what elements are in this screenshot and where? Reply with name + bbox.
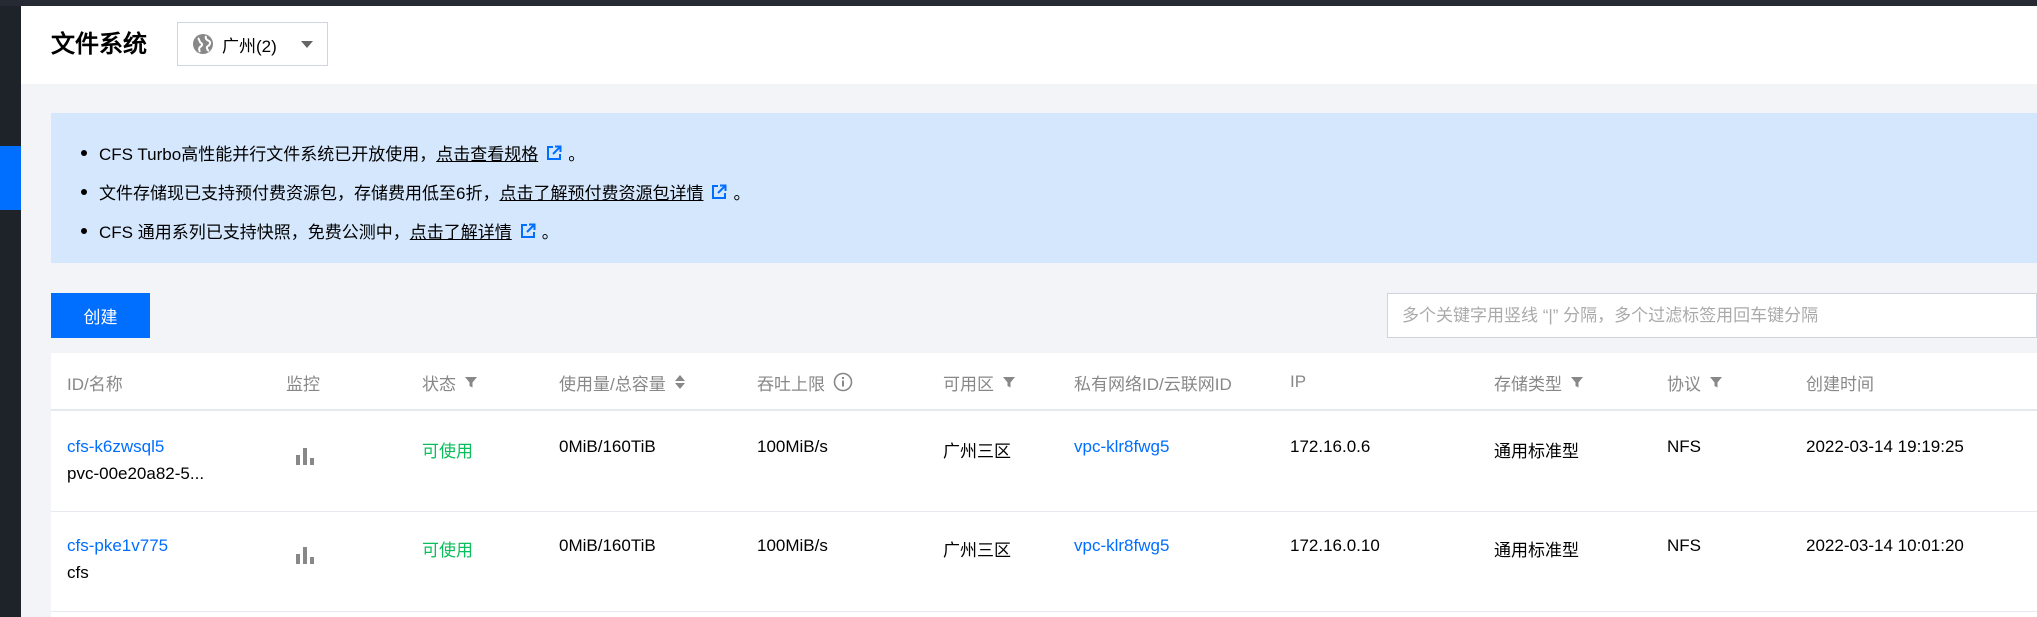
usage-value: 0MiB/160TiB <box>559 536 656 555</box>
notice-link[interactable]: 点击了解详情 <box>410 218 512 243</box>
side-nav-active-item[interactable] <box>0 146 21 210</box>
bar-chart-icon[interactable] <box>294 445 316 467</box>
external-link-icon[interactable] <box>546 145 562 161</box>
page-header: 文件系统 广州(2) <box>21 6 2037 84</box>
vpc-link[interactable]: vpc-klr8fwg5 <box>1074 536 1169 556</box>
throughput-value: 100MiB/s <box>757 437 828 456</box>
ip-value: 172.16.0.6 <box>1290 437 1371 456</box>
status-badge: 可使用 <box>422 541 473 560</box>
notice-suffix: 。 <box>568 145 586 164</box>
column-label: 吞吐上限 <box>757 374 825 394</box>
notice-text: CFS 通用系列已支持快照，免费公测中， <box>99 223 410 242</box>
bullet-icon <box>81 149 87 156</box>
table-header: ID/名称 监控 状态 使用量/总容量 吞吐上限 可用区 私有网络ID/云联网I… <box>51 353 2037 411</box>
protocol-value: NFS <box>1667 536 1701 555</box>
table-row: cfs-k6zwsql5 pvc-00e20a82-5... 可使用 0MiB/… <box>51 413 2037 512</box>
sort-icon[interactable] <box>674 374 686 390</box>
column-label: 协议 <box>1667 374 1701 394</box>
notice-link[interactable]: 点击查看规格 <box>436 140 538 165</box>
column-label: 创建时间 <box>1806 374 1874 394</box>
column-label: 可用区 <box>943 374 994 394</box>
bar-chart-icon[interactable] <box>294 544 316 566</box>
notice-item: 文件存储现已支持预付费资源包，存储费用低至6折， 点击了解预付费资源包详情 。 <box>81 172 2037 211</box>
created-time-value: 2022-03-14 10:01:20 <box>1806 536 1964 555</box>
zone-value: 广州三区 <box>943 442 1011 461</box>
usage-value: 0MiB/160TiB <box>559 437 656 456</box>
filesystem-name: cfs <box>67 563 89 582</box>
filter-icon[interactable] <box>1709 375 1723 389</box>
vpc-link[interactable]: vpc-klr8fwg5 <box>1074 437 1169 457</box>
column-header-storage[interactable]: 存储类型 <box>1494 353 1584 411</box>
bullet-icon <box>81 227 87 234</box>
filesystem-name: pvc-00e20a82-5... <box>67 464 205 483</box>
external-link-icon[interactable] <box>711 184 727 200</box>
column-header-zone[interactable]: 可用区 <box>943 353 1016 411</box>
globe-icon <box>193 34 213 54</box>
column-label: 使用量/总容量 <box>559 374 666 394</box>
create-button[interactable]: 创建 <box>51 293 150 338</box>
storage-type-value: 通用标准型 <box>1494 541 1579 560</box>
filesystem-table: ID/名称 监控 状态 使用量/总容量 吞吐上限 可用区 私有网络ID/云联网I… <box>51 353 2037 617</box>
column-label: ID/名称 <box>67 374 123 394</box>
column-label: 存储类型 <box>1494 374 1562 394</box>
column-label: IP <box>1290 372 1307 391</box>
region-select[interactable]: 广州(2) <box>177 22 328 66</box>
column-header-monitor: 监控 <box>286 353 320 411</box>
zone-value: 广州三区 <box>943 541 1011 560</box>
status-badge: 可使用 <box>422 442 473 461</box>
column-header-protocol[interactable]: 协议 <box>1667 353 1723 411</box>
column-label: 状态 <box>422 374 456 394</box>
notice-suffix: 。 <box>541 223 559 242</box>
column-header-created: 创建时间 <box>1806 353 1874 411</box>
column-header-usage[interactable]: 使用量/总容量 <box>559 353 686 411</box>
column-header-ip: IP <box>1290 353 1306 411</box>
table-row: cfs-pke1v775 cfs 可使用 0MiB/160TiB 100MiB/… <box>51 513 2037 612</box>
ip-value: 172.16.0.10 <box>1290 536 1380 555</box>
column-header-status[interactable]: 状态 <box>422 353 478 411</box>
filesystem-id-link[interactable]: cfs-pke1v775 <box>67 536 168 556</box>
protocol-value: NFS <box>1667 437 1701 456</box>
throughput-value: 100MiB/s <box>757 536 828 555</box>
region-label: 广州(2) <box>222 36 277 56</box>
notice-text: CFS Turbo高性能并行文件系统已开放使用， <box>99 145 437 164</box>
info-icon[interactable] <box>833 372 853 392</box>
column-label: 私有网络ID/云联网ID <box>1074 374 1232 394</box>
filesystem-id-link[interactable]: cfs-k6zwsql5 <box>67 437 164 457</box>
notice-banner: CFS Turbo高性能并行文件系统已开放使用， 点击查看规格 。 文件存储现已… <box>51 113 2037 263</box>
notice-suffix: 。 <box>733 184 751 203</box>
chevron-down-icon <box>301 41 313 48</box>
storage-type-value: 通用标准型 <box>1494 442 1579 461</box>
column-header-throughput: 吞吐上限 <box>757 353 853 411</box>
filter-icon[interactable] <box>464 375 478 389</box>
created-time-value: 2022-03-14 19:19:25 <box>1806 437 1964 456</box>
column-header-id: ID/名称 <box>67 353 123 411</box>
column-header-vpc: 私有网络ID/云联网ID <box>1074 353 1232 411</box>
notice-item: CFS Turbo高性能并行文件系统已开放使用， 点击查看规格 。 <box>81 133 2037 172</box>
external-link-icon[interactable] <box>520 223 536 239</box>
column-label: 监控 <box>286 374 320 394</box>
bullet-icon <box>81 188 87 195</box>
side-nav <box>0 6 21 617</box>
notice-item: CFS 通用系列已支持快照，免费公测中， 点击了解详情 。 <box>81 211 2037 250</box>
filter-icon[interactable] <box>1570 375 1584 389</box>
filter-icon[interactable] <box>1002 375 1016 389</box>
page-title: 文件系统 <box>51 31 147 58</box>
notice-link[interactable]: 点击了解预付费资源包详情 <box>499 179 703 204</box>
notice-text: 文件存储现已支持预付费资源包，存储费用低至6折， <box>99 184 500 203</box>
search-input[interactable] <box>1387 293 2037 338</box>
